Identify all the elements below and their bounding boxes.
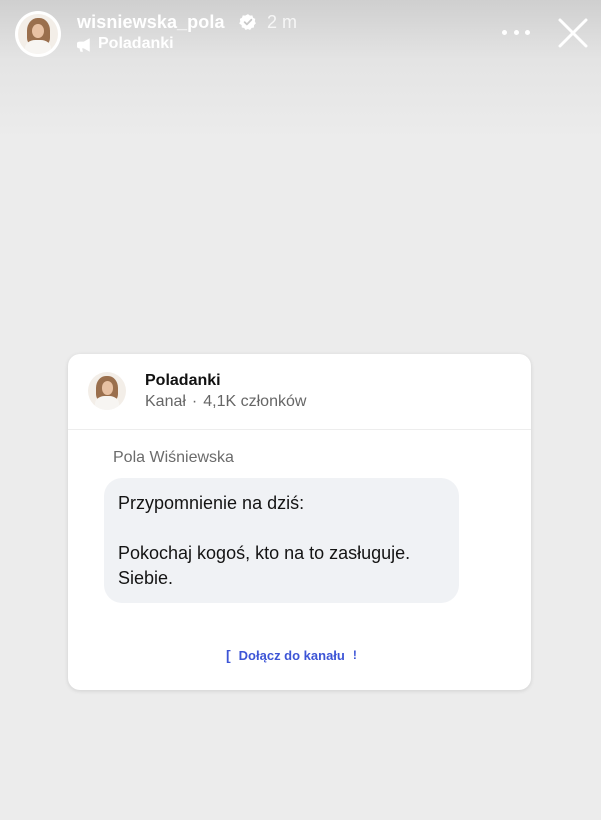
channel-preview-card[interactable]: Poladanki Kanał · 4,1K członków Pola Wiśni… [68, 354, 531, 690]
member-count: 4,1K członków [203, 393, 307, 410]
sender-name: Pola Wiśniewska [113, 449, 234, 466]
username[interactable]: wisniewska_pola [77, 12, 225, 33]
join-channel-label: Dołącz do kanału [238, 647, 345, 663]
story-header: wisniewska_pola 2 m Poladanki [0, 0, 601, 70]
message-bubble: Przypomnienie na dziś: Pokochaj kogoś, k… [104, 478, 459, 603]
channel-icon [77, 38, 90, 52]
avatar[interactable] [15, 11, 61, 57]
avatar-image [18, 14, 58, 54]
header-channel-link[interactable]: Poladanki [98, 35, 174, 53]
channel-subtitle: Kanał · 4,1K członków [145, 393, 307, 410]
verified-badge-icon [239, 14, 256, 30]
card-header: Poladanki Kanał · 4,1K członków [68, 354, 531, 430]
more-options-icon[interactable] [502, 22, 530, 42]
channel-type: Kanał [145, 393, 186, 410]
message-line: Przypomnienie na dziś: [118, 493, 305, 513]
channel-title: Poladanki [145, 372, 221, 389]
close-icon[interactable] [556, 16, 590, 50]
channel-avatar [88, 372, 126, 410]
join-channel-button[interactable]: [ Dołącz do kanału ! [226, 647, 357, 663]
message-line: Siebie. [118, 568, 174, 588]
bracket-right-icon: ! [352, 648, 357, 662]
post-time: 2 m [267, 12, 298, 32]
message-line: Pokochaj kogoś, kto na to zasługuje. [118, 543, 411, 563]
bracket-left-icon: [ [226, 647, 231, 663]
